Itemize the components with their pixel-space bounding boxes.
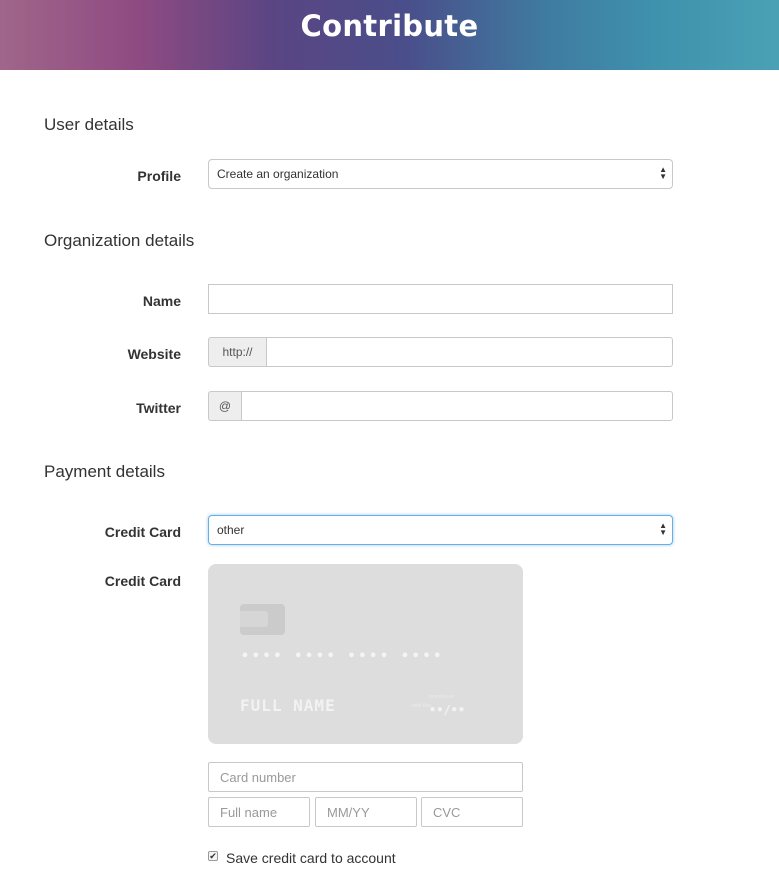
- cvc-input[interactable]: [421, 797, 523, 827]
- section-title-payment-details: Payment details: [44, 462, 165, 481]
- card-name-display: FULL NAME: [240, 696, 336, 715]
- card-expiry-display: ••/••: [429, 703, 466, 717]
- website-prefix-addon: http://: [208, 337, 266, 367]
- twitter-prefix-addon: @: [208, 391, 241, 421]
- credit-card-select-value: other: [217, 523, 245, 537]
- expiry-input[interactable]: [315, 797, 417, 827]
- save-card-checkbox[interactable]: ✔: [208, 851, 218, 861]
- page-title: Contribute: [300, 9, 479, 43]
- card-chip-icon: [240, 604, 285, 635]
- card-number-input[interactable]: [208, 762, 523, 792]
- card-month-year-caption: month/year: [429, 694, 455, 700]
- credit-card-select[interactable]: other ▲ ▼: [208, 515, 673, 545]
- full-name-input[interactable]: [208, 797, 310, 827]
- save-card-label[interactable]: Save credit card to account: [226, 850, 396, 866]
- twitter-label: Twitter: [136, 400, 181, 416]
- name-label: Name: [142, 293, 181, 309]
- website-label: Website: [127, 346, 181, 362]
- credit-card-select-label: Credit Card: [104, 524, 181, 540]
- profile-select[interactable]: Create an organization ▲ ▼: [208, 159, 673, 189]
- select-arrows-icon: ▲ ▼: [659, 521, 667, 537]
- profile-select-value: Create an organization: [217, 167, 339, 181]
- select-arrows-icon: ▲ ▼: [659, 165, 667, 181]
- page-header: Contribute: [0, 0, 779, 70]
- website-input[interactable]: [266, 337, 673, 367]
- credit-card-preview-label: Credit Card: [104, 573, 181, 589]
- org-name-input[interactable]: [208, 284, 673, 314]
- profile-label: Profile: [137, 168, 181, 184]
- card-number-display: •••• •••• •••• ••••: [241, 649, 445, 664]
- section-title-organization-details: Organization details: [44, 231, 195, 250]
- twitter-input[interactable]: [241, 391, 673, 421]
- section-title-user-details: User details: [44, 115, 134, 134]
- credit-card-preview: •••• •••• •••• •••• FULL NAME month/year va…: [208, 564, 523, 744]
